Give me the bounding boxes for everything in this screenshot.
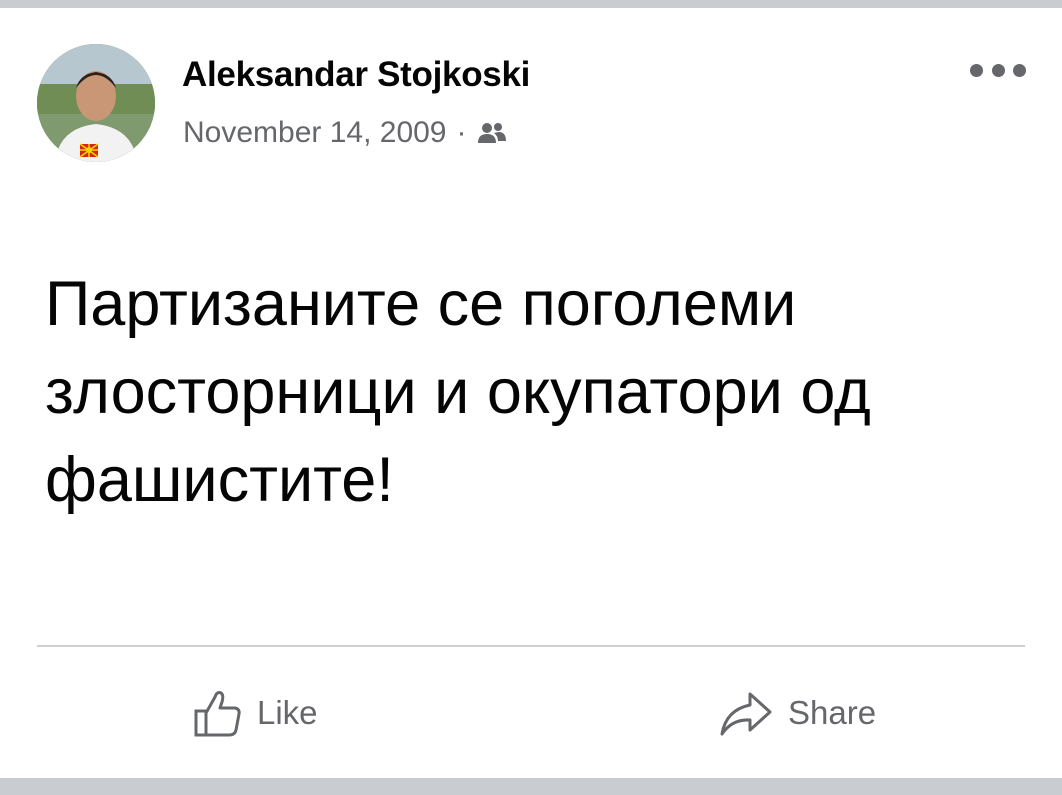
post-text-line: Партизаните се поголеми — [45, 269, 797, 339]
post-card: Aleksandar Stojkoski November 14, 2009 ·… — [0, 8, 1062, 778]
share-button[interactable]: Share — [718, 678, 876, 748]
post-text: Партизаните се поголеми злосторници и ок… — [45, 260, 1025, 524]
more-options-button[interactable] — [970, 60, 1026, 80]
more-options-icon — [991, 63, 1005, 77]
post-text-line: злосторници и окупатори од — [45, 357, 871, 427]
share-label: Share — [788, 694, 877, 731]
like-label: Like — [257, 694, 318, 731]
post-text-line: фашистите! — [45, 445, 394, 515]
post-meta: November 14, 2009 · — [183, 116, 507, 150]
avatar-photo — [37, 44, 155, 162]
share-arrow-icon — [720, 692, 772, 736]
friends-icon[interactable] — [477, 121, 507, 145]
more-options-icon — [1013, 63, 1026, 77]
meta-separator: · — [456, 116, 467, 149]
post-date[interactable]: November 14, 2009 — [183, 116, 447, 150]
author-name[interactable]: Aleksandar Stojkoski — [182, 55, 530, 95]
thumbs-up-icon — [194, 691, 241, 737]
like-button[interactable]: Like — [193, 678, 318, 748]
more-options-icon — [970, 63, 983, 77]
author-avatar[interactable] — [37, 44, 155, 162]
actions-divider — [37, 645, 1025, 647]
